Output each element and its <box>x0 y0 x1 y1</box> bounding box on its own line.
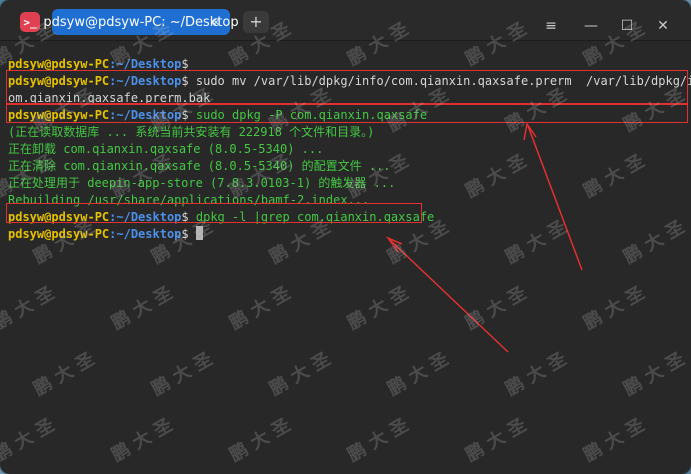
prompt-path: :~/Desktop <box>109 57 182 71</box>
maximize-icon[interactable]: ☐ <box>616 15 638 37</box>
title-bar: >_ pdsyw@pdsyw-PC: ~/Desktop ⊗ + ≡ — ☐ ✕ <box>0 0 691 41</box>
prompt-symbol: $ <box>181 108 189 122</box>
text-cursor <box>195 226 203 240</box>
prompt-user: pdsyw@pdsyw-PC <box>8 108 110 122</box>
terminal-line: 正在卸载 com.qianxin.qaxsafe (8.0.5-5340) ..… <box>8 142 324 156</box>
terminal-line: Rebuilding /usr/share/applications/bamf-… <box>8 193 370 207</box>
command-text: sudo dpkg -P com.qianxin.qaxsafe <box>188 108 428 122</box>
add-tab-button[interactable]: + <box>243 11 269 33</box>
command-text <box>189 227 196 241</box>
terminal-line: 正在处理用于 deepin-app-store (7.8.3.0103-1) 的… <box>8 176 396 190</box>
terminal-line: (正在读取数据库 ... 系统当前共安装有 222918 个文件和目录。) <box>8 125 375 139</box>
prompt-user: pdsyw@pdsyw-PC <box>8 227 110 241</box>
prompt-user: pdsyw@pdsyw-PC <box>8 74 110 88</box>
terminal-window: >_ pdsyw@pdsyw-PC: ~/Desktop ⊗ + ≡ — ☐ ✕… <box>0 0 691 474</box>
terminal-line: pdsyw@pdsyw-PC:~/Desktop$ sudo mv /var/l… <box>8 73 691 90</box>
prompt-symbol: $ <box>181 210 189 224</box>
prompt-user: pdsyw@pdsyw-PC <box>8 210 110 224</box>
prompt-symbol: $ <box>181 227 189 241</box>
terminal-app-icon: >_ <box>20 12 40 32</box>
prompt-symbol: $ <box>181 57 189 71</box>
prompt-symbol: $ <box>181 74 189 88</box>
close-icon[interactable]: ✕ <box>652 15 674 37</box>
minimize-icon[interactable]: — <box>580 15 602 37</box>
tab-terminal[interactable]: pdsyw@pdsyw-PC: ~/Desktop ⊗ <box>43 9 239 35</box>
command-text: dpkg -l |grep com.qianxin.qaxsafe <box>188 210 435 224</box>
menu-icon[interactable]: ≡ <box>540 15 562 37</box>
prompt-path: :~/Desktop <box>109 210 182 224</box>
terminal-line: pdsyw@pdsyw-PC:~/Desktop$ <box>8 226 688 243</box>
terminal-line: pdsyw@pdsyw-PC:~/Desktop$ dpkg -l |grep … <box>8 209 688 226</box>
terminal-line: pdsyw@pdsyw-PC:~/Desktop$ sudo dpkg -P c… <box>8 107 688 124</box>
terminal-line: pdsyw@pdsyw-PC:~/Desktop$ <box>8 56 688 73</box>
prompt-user: pdsyw@pdsyw-PC <box>8 57 110 71</box>
prompt-path: :~/Desktop <box>109 74 182 88</box>
terminal-line: 正在清除 com.qianxin.qaxsafe (8.0.5-5340) 的配… <box>8 159 391 173</box>
tab-close-icon[interactable]: ⊗ <box>208 14 224 30</box>
terminal-line: om.qianxin.qaxsafe.prerm.bak <box>8 91 211 105</box>
terminal-output[interactable]: pdsyw@pdsyw-PC:~/Desktop$ pdsyw@pdsyw-PC… <box>8 56 691 466</box>
prompt-path: :~/Desktop <box>109 227 182 241</box>
command-text: sudo mv /var/lib/dpkg/info/com.qianxin.q… <box>188 74 691 88</box>
prompt-path: :~/Desktop <box>109 108 182 122</box>
